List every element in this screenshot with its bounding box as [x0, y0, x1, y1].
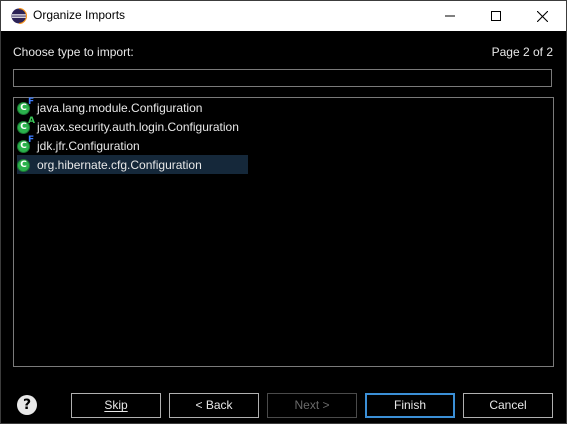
minimize-icon [445, 15, 455, 17]
next-button[interactable]: Next > [267, 393, 357, 418]
list-item[interactable]: C A javax.security.auth.login.Configurat… [17, 116, 245, 136]
list-item-selected[interactable]: C org.hibernate.cfg.Configuration [17, 155, 248, 174]
close-button[interactable] [519, 1, 565, 31]
minimize-button[interactable] [427, 1, 473, 31]
help-icon[interactable]: ? [17, 395, 37, 415]
page-indicator: Page 2 of 2 [491, 45, 553, 59]
list-item[interactable]: C F jdk.jfr.Configuration [17, 135, 146, 155]
finish-button[interactable]: Finish [365, 393, 455, 418]
close-icon [536, 10, 548, 22]
class-icon: C A [17, 116, 35, 134]
type-name: javax.security.auth.login.Configuration [37, 119, 239, 134]
skip-button[interactable]: Skip [71, 393, 161, 418]
organize-imports-dialog: Organize Imports Choose type to import: … [0, 0, 567, 424]
type-name: org.hibernate.cfg.Configuration [37, 157, 202, 172]
back-button[interactable]: < Back [169, 393, 259, 418]
eclipse-icon [11, 8, 27, 24]
type-name: java.lang.module.Configuration [37, 100, 203, 115]
cancel-button[interactable]: Cancel [463, 393, 553, 418]
type-filter-input[interactable] [13, 69, 552, 87]
maximize-icon [491, 11, 501, 21]
type-name: jdk.jfr.Configuration [37, 138, 140, 153]
type-list[interactable]: C F java.lang.module.Configuration C A j… [13, 97, 554, 367]
maximize-button[interactable] [473, 1, 519, 31]
class-icon: C F [17, 135, 34, 153]
choose-type-label: Choose type to import: [13, 45, 134, 59]
class-icon: C F [17, 97, 34, 115]
class-icon: C [17, 158, 31, 172]
title-bar[interactable]: Organize Imports [1, 1, 566, 31]
list-item[interactable]: C F java.lang.module.Configuration [17, 97, 208, 117]
window-title: Organize Imports [33, 8, 126, 22]
